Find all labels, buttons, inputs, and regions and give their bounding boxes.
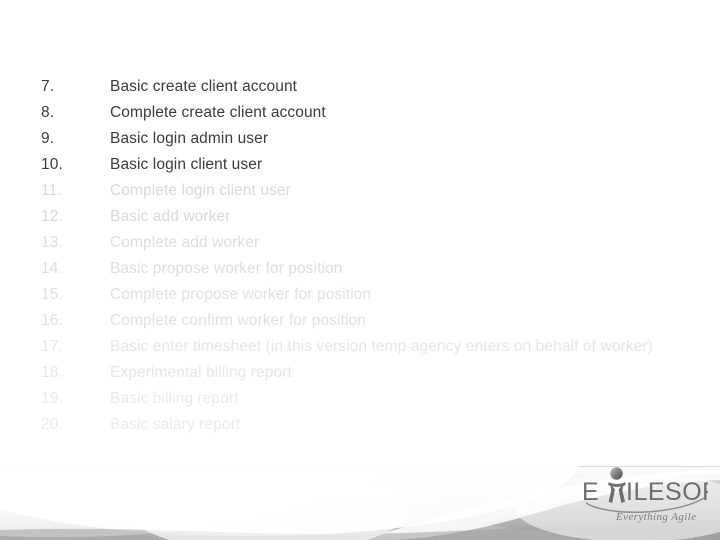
list-item-number: 20. xyxy=(41,416,63,433)
list-item: 15. Complete propose worker for position xyxy=(41,282,681,308)
list-item: 19. Basic billing report xyxy=(41,386,681,412)
logo-figure-body xyxy=(608,482,626,503)
list-item-number: 19. xyxy=(41,390,63,407)
list-item: 13. Complete add worker xyxy=(41,230,681,256)
list-item-text: Complete create client account xyxy=(110,104,326,121)
list-item-text: Experimental billing report xyxy=(110,364,292,381)
list-item-text: Complete confirm worker for position xyxy=(110,312,366,329)
list-item: 11. Complete login client user xyxy=(41,178,681,204)
logo-wordmark-left: E xyxy=(582,478,599,506)
exilesoft-logo: E ILESOFT Everything Agile xyxy=(580,465,708,527)
list-item: 10. Basic login client user xyxy=(41,152,681,178)
list-item-number: 13. xyxy=(41,234,63,251)
list-item: 17. Basic enter timesheet (in this versio… xyxy=(41,334,681,360)
list-item-number: 8. xyxy=(41,104,55,121)
content-list: 7. Basic create client account 8. Complete … xyxy=(41,74,681,438)
list-item-text: Basic login admin user xyxy=(110,130,269,147)
list-item-number: 9. xyxy=(41,130,55,147)
list-item-text: Complete add worker xyxy=(110,234,260,251)
list-item: 8. Complete create client account xyxy=(41,100,681,126)
list-item-text: Basic enter timesheet (in this version t… xyxy=(110,338,653,355)
list-item-number: 18. xyxy=(41,364,63,381)
list-item-number: 15. xyxy=(41,286,63,303)
list-item-text: Basic propose worker for position xyxy=(110,260,343,277)
list-item-text: Complete propose worker for position xyxy=(110,286,372,303)
list-item-text: Basic billing report xyxy=(110,390,239,407)
list-item: 20. Basic salary report xyxy=(41,412,681,438)
list-item: 12. Basic add worker xyxy=(41,204,681,230)
list-item: 18. Experimental billing report xyxy=(41,360,681,386)
list-item: 16. Complete confirm worker for position xyxy=(41,308,681,334)
list-item-number: 11. xyxy=(41,182,62,199)
list-item: 7. Basic create client account xyxy=(41,74,681,100)
logo-tagline: Everything Agile xyxy=(615,511,696,523)
list-item: 14. Basic propose worker for position xyxy=(41,256,681,282)
list-item-number: 16. xyxy=(41,312,63,329)
list-item-number: 10. xyxy=(41,156,63,173)
slide-canvas: 7. Basic create client account 8. Complete … xyxy=(0,0,720,540)
list-item: 9. Basic login admin user xyxy=(41,126,681,152)
list-item-text: Basic salary report xyxy=(110,416,241,433)
list-item-number: 14. xyxy=(41,260,63,277)
list-item-number: 7. xyxy=(41,78,55,95)
list-item-text: Basic add worker xyxy=(110,208,231,225)
list-item-number: 12. xyxy=(41,208,63,225)
list-item-text: Basic create client account xyxy=(110,78,298,95)
list-item-text: Complete login client user xyxy=(110,182,291,199)
list-item-text: Basic login client user xyxy=(110,156,263,173)
logo-figure-head xyxy=(610,467,623,480)
list-item-number: 17. xyxy=(41,338,63,355)
